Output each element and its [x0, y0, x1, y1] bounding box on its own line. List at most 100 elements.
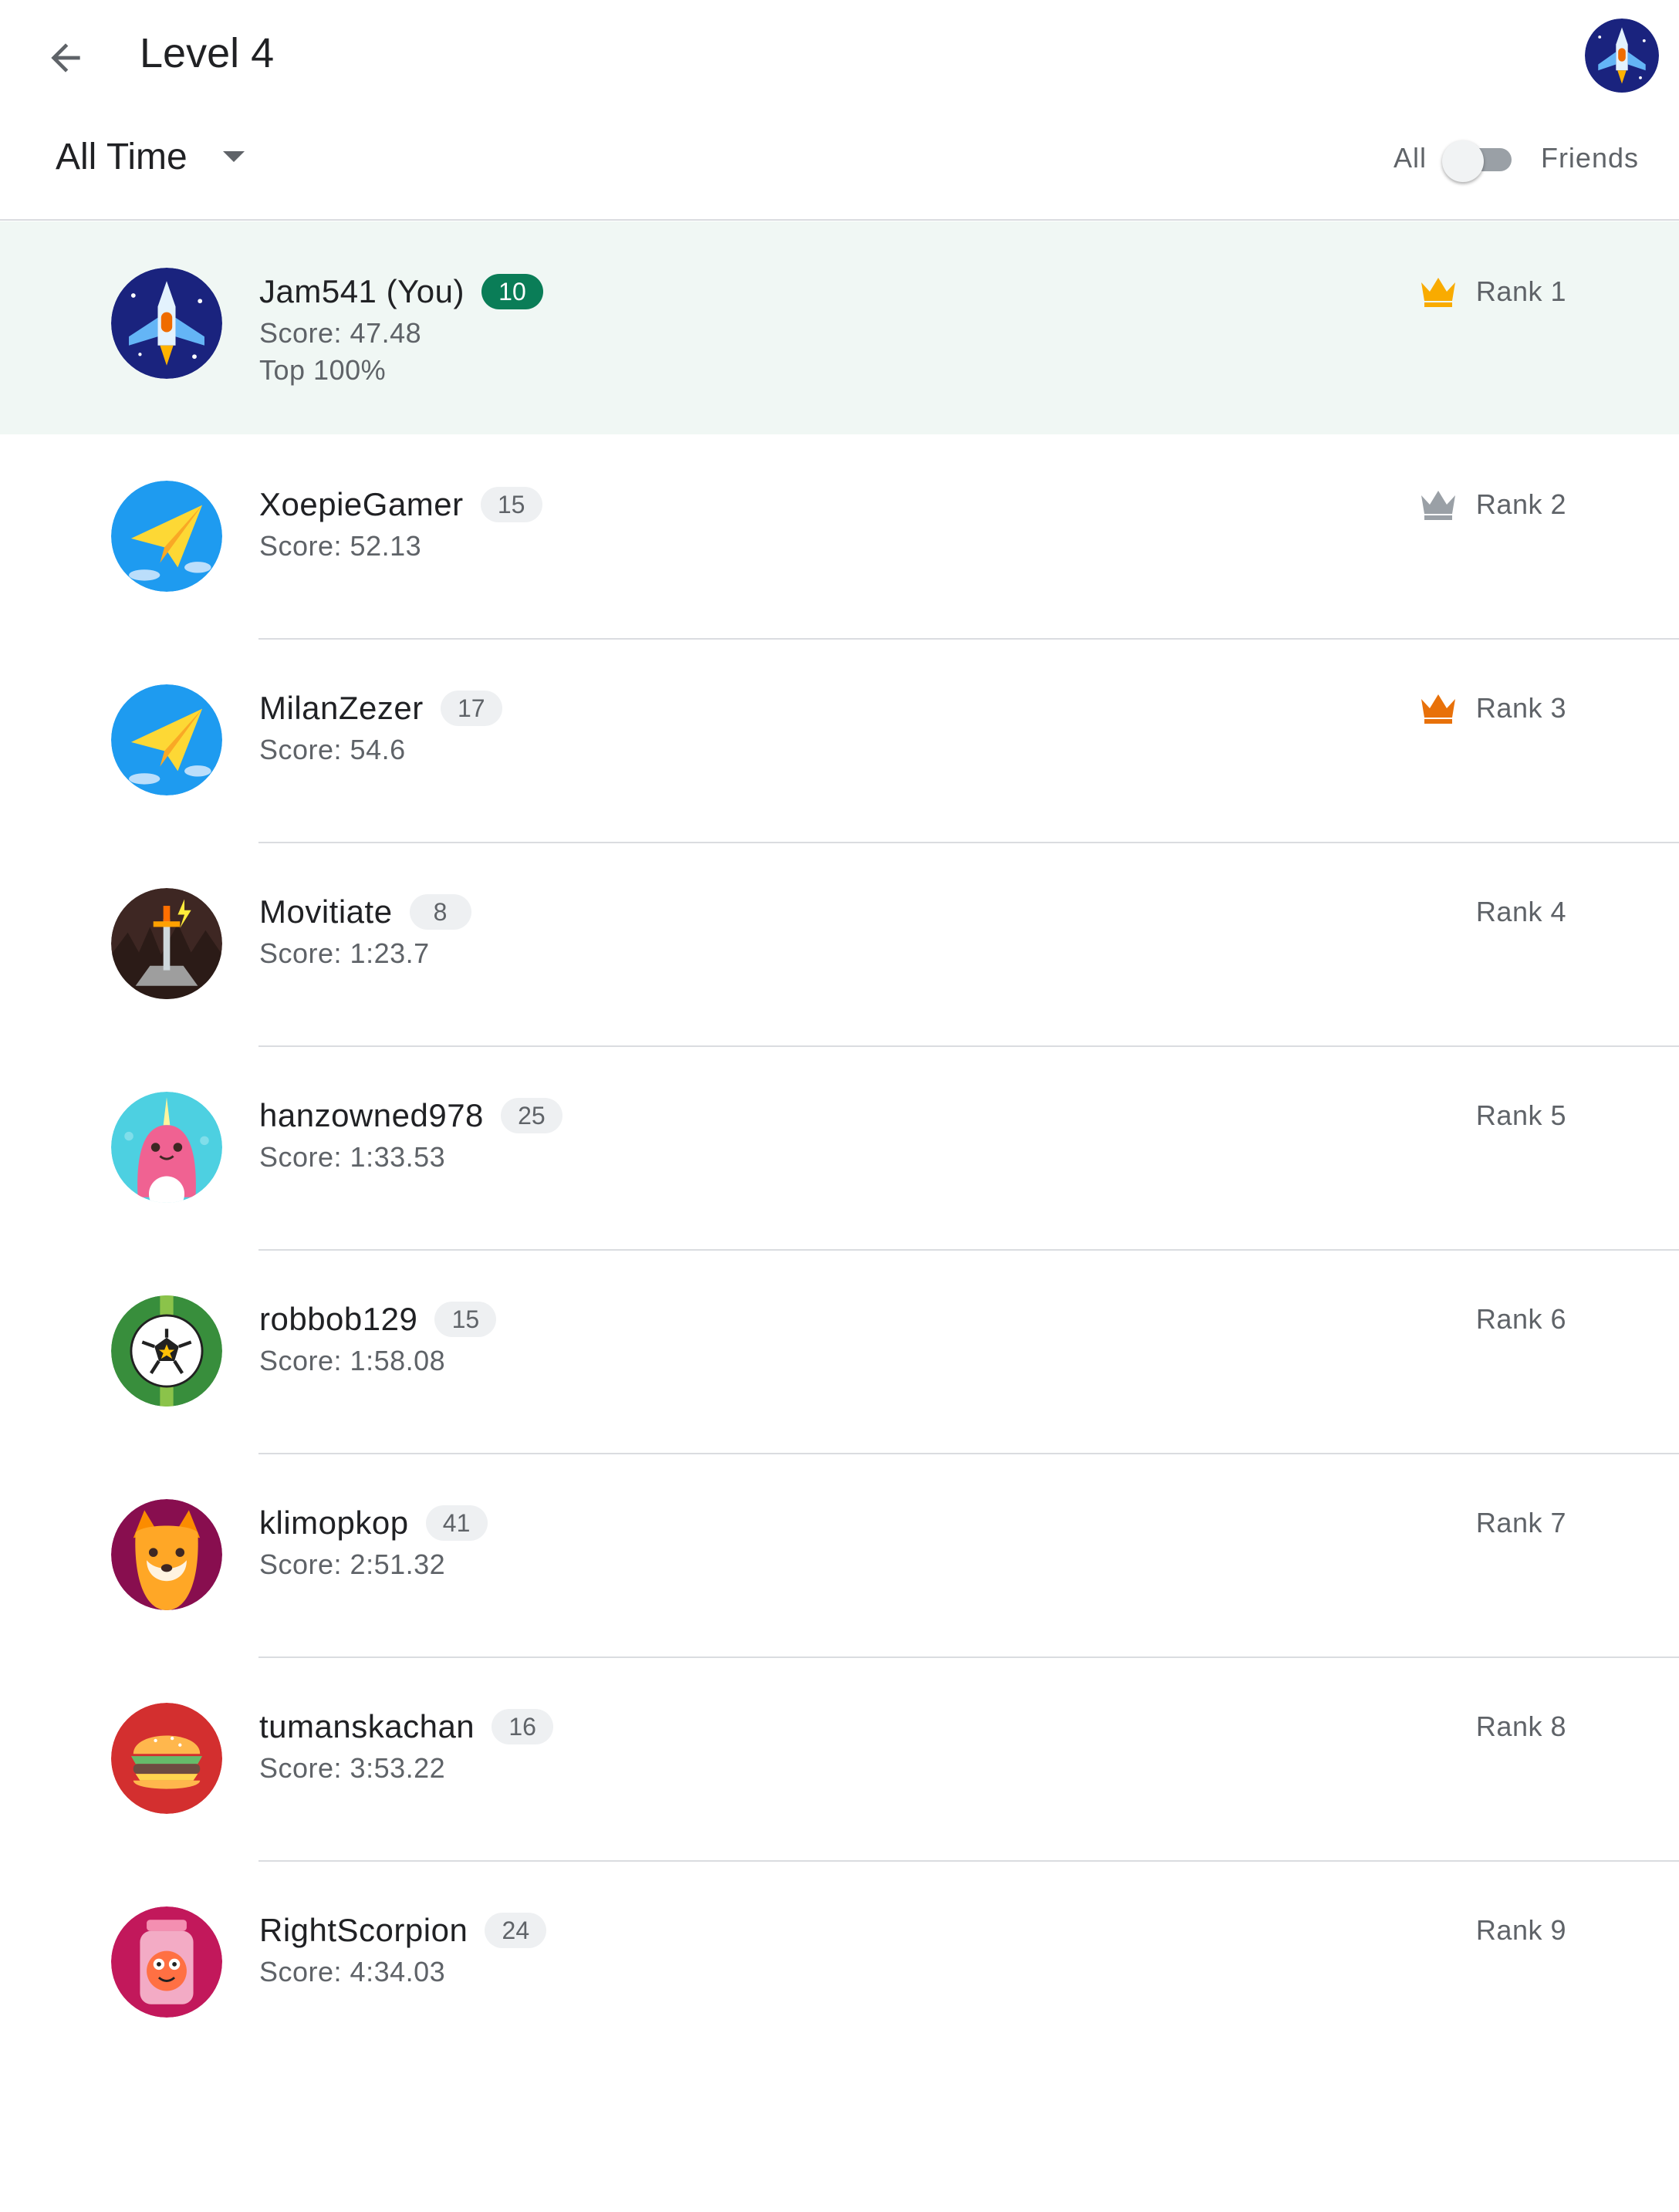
- leaderboard-list: Jam541 (You) 10 Score: 47.48 Top 100% Ran…: [0, 221, 1679, 2064]
- player-avatar[interactable]: [111, 1906, 222, 2018]
- rank-label: Rank 2: [1475, 488, 1566, 520]
- player-score: Score: 54.6: [259, 734, 406, 765]
- soccer-ball-avatar-icon: [111, 1295, 222, 1407]
- player-rank: Rank 9: [1476, 1911, 1566, 1950]
- player-rank: Rank 8: [1476, 1707, 1566, 1746]
- player-name: MilanZezer: [259, 690, 424, 726]
- leaderboard-row[interactable]: MilanZezer 17 Score: 54.6 Rank 3: [0, 638, 1679, 842]
- leaderboard-row[interactable]: tumanskachan 16 Score: 3:53.22 Rank 8: [0, 1656, 1679, 1860]
- shiba-dog-avatar-icon: [111, 1499, 222, 1610]
- player-avatar[interactable]: [111, 1092, 222, 1203]
- player-avatar[interactable]: [111, 684, 222, 795]
- toggle-all-label: All: [1393, 142, 1427, 174]
- narwhal-avatar-icon: [111, 1092, 222, 1203]
- player-name-line: hanzowned978 25: [259, 1095, 562, 1136]
- leaderboard-row[interactable]: hanzowned978 25 Score: 1:33.53 Rank 5: [0, 1045, 1679, 1249]
- player-rank: Rank 7: [1476, 1504, 1566, 1542]
- player-level-badge: 24: [485, 1913, 547, 1948]
- rank-label: Rank 1: [1475, 275, 1566, 307]
- player-rank: Rank 3: [1419, 689, 1566, 728]
- filter-bar: All Time All Friends: [0, 108, 1679, 221]
- rank-label: Rank 8: [1475, 1711, 1566, 1742]
- crown-icon: [1421, 278, 1455, 307]
- player-name: hanzowned978: [259, 1097, 484, 1133]
- timeframe-dropdown[interactable]: All Time: [56, 130, 245, 184]
- player-level-badge: 41: [425, 1505, 488, 1541]
- timeframe-label: All Time: [56, 136, 187, 177]
- leaderboard-row[interactable]: Movitiate 8 Score: 1:23.7 Rank 4: [0, 842, 1679, 1045]
- dropdown-caret-icon: [222, 151, 245, 162]
- player-avatar[interactable]: [111, 268, 222, 379]
- player-level-badge: 15: [480, 487, 542, 522]
- player-level-badge: 17: [440, 691, 502, 726]
- rank-label: Rank 5: [1475, 1099, 1566, 1131]
- rocket-ship-avatar-icon: [111, 268, 222, 379]
- player-avatar[interactable]: [111, 888, 222, 999]
- player-top-percent: Top 100%: [259, 354, 387, 386]
- player-score: Score: 1:23.7: [259, 937, 430, 969]
- row-divider: [258, 1656, 1679, 1658]
- player-score: Score: 47.48: [259, 317, 422, 349]
- profile-avatar-button[interactable]: [1585, 19, 1659, 93]
- player-score: Score: 3:53.22: [259, 1752, 446, 1784]
- row-divider: [258, 1860, 1679, 1862]
- player-rank: Rank 4: [1476, 893, 1566, 931]
- player-avatar[interactable]: [111, 1499, 222, 1610]
- page-title: Level 4: [140, 30, 275, 76]
- player-score: Score: 1:58.08: [259, 1345, 446, 1376]
- player-avatar[interactable]: [111, 481, 222, 592]
- player-level-badge: 16: [492, 1709, 554, 1744]
- monster-jar-avatar-icon: [111, 1906, 222, 2018]
- all-friends-switch-group: All Friends: [1394, 131, 1639, 185]
- row-divider: [258, 1045, 1679, 1047]
- player-avatar[interactable]: [111, 1703, 222, 1814]
- player-score: Score: 1:33.53: [259, 1141, 446, 1173]
- player-score: Score: 52.13: [259, 530, 422, 562]
- rank-label: Rank 6: [1475, 1303, 1566, 1335]
- row-divider: [258, 842, 1679, 843]
- row-divider: [258, 1249, 1679, 1251]
- player-name: XoepieGamer: [259, 486, 464, 522]
- player-name-line: XoepieGamer 15: [259, 484, 542, 525]
- player-rank: Rank 2: [1419, 485, 1566, 524]
- player-name: tumanskachan: [259, 1708, 475, 1744]
- player-level-badge: 8: [409, 894, 471, 930]
- player-level-badge: 15: [434, 1302, 497, 1337]
- leaderboard-row[interactable]: klimopkop 41 Score: 2:51.32 Rank 7: [0, 1453, 1679, 1656]
- back-button[interactable]: [31, 23, 100, 93]
- row-divider: [258, 638, 1679, 640]
- player-name-line: Jam541 (You) 10: [259, 271, 543, 312]
- player-name-line: robbob129 15: [259, 1298, 497, 1340]
- toggle-friends-label: Friends: [1540, 142, 1639, 174]
- rank-label: Rank 3: [1475, 692, 1566, 724]
- player-name: Movitiate: [259, 893, 393, 930]
- crown-icon: [1421, 491, 1455, 520]
- rank-label: Rank 7: [1475, 1507, 1566, 1538]
- leaderboard-row[interactable]: XoepieGamer 15 Score: 52.13 Rank 2: [0, 434, 1679, 638]
- current-user-row[interactable]: Jam541 (You) 10 Score: 47.48 Top 100% Ran…: [0, 221, 1679, 434]
- player-name: RightScorpion: [259, 1912, 468, 1948]
- leaderboard-row[interactable]: RightScorpion 24 Score: 4:34.03 Rank 9: [0, 1860, 1679, 2064]
- player-name-line: klimopkop 41: [259, 1502, 488, 1544]
- row-divider: [258, 1453, 1679, 1454]
- player-level-badge: 10: [481, 274, 543, 309]
- player-rank: Rank 5: [1476, 1096, 1566, 1135]
- player-level-badge: 25: [500, 1098, 562, 1133]
- burger-avatar-icon: [111, 1703, 222, 1814]
- player-name: Jam541 (You): [259, 273, 465, 309]
- player-name-line: Movitiate 8: [259, 891, 471, 933]
- paper-plane-avatar-icon: [111, 481, 222, 592]
- player-avatar[interactable]: [111, 1295, 222, 1407]
- player-score: Score: 4:34.03: [259, 1956, 446, 1987]
- toggle-thumb: [1441, 140, 1484, 182]
- player-name-line: RightScorpion 24: [259, 1910, 547, 1951]
- rank-label: Rank 9: [1475, 1914, 1566, 1946]
- player-rank: Rank 1: [1419, 272, 1566, 311]
- crown-icon: [1421, 694, 1455, 724]
- leaderboard-row[interactable]: robbob129 15 Score: 1:58.08 Rank 6: [0, 1249, 1679, 1453]
- player-score: Score: 2:51.32: [259, 1548, 446, 1580]
- top-app-bar: Level 4: [0, 0, 1679, 108]
- friends-toggle[interactable]: [1441, 140, 1513, 182]
- sword-in-stone-avatar-icon: [111, 888, 222, 999]
- rocket-ship-avatar-icon: [1585, 19, 1659, 93]
